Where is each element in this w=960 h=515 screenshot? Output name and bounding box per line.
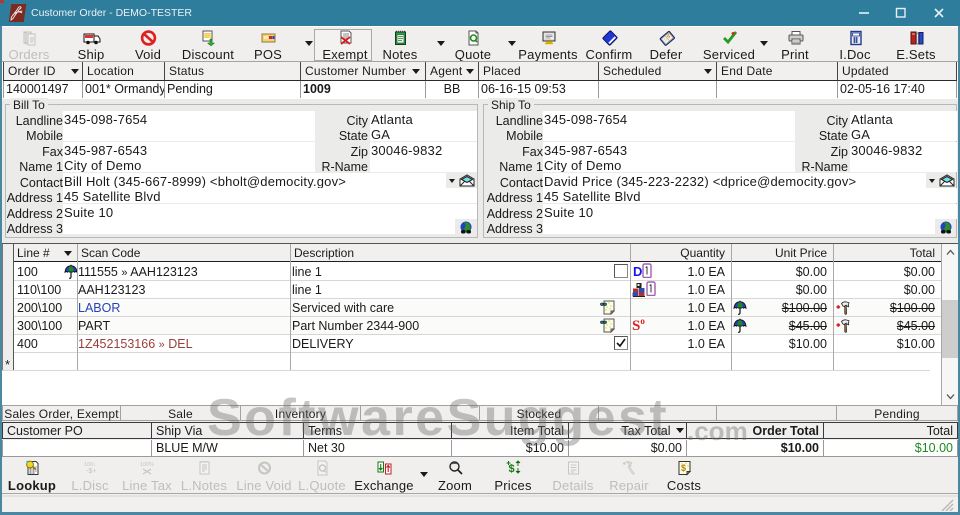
svg-text:-$+: -$+: [86, 468, 96, 475]
svg-text:100%: 100%: [140, 462, 154, 468]
